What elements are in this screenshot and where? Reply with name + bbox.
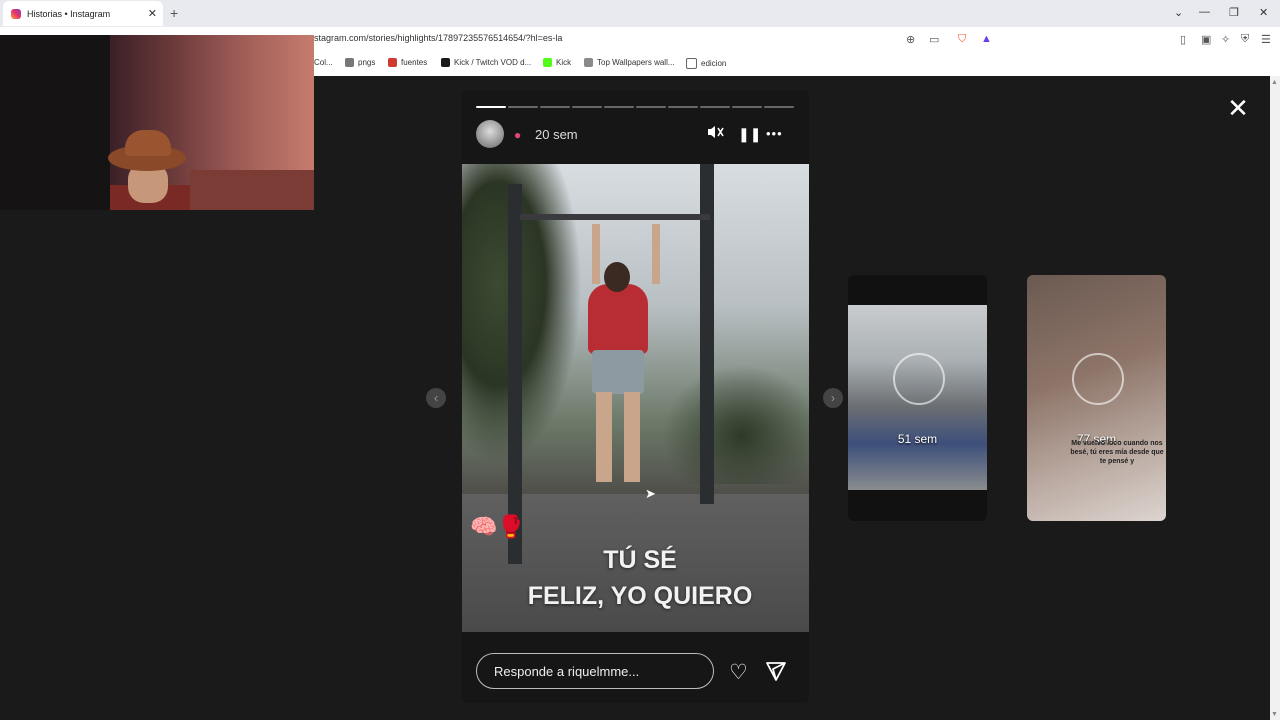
tab-search-icon[interactable]: ⌄ — [1174, 6, 1183, 19]
scroll-down-icon[interactable]: ▼ — [1271, 711, 1278, 718]
story-preview[interactable]: 77 sem Me vuelvo loco cuando nos besé, t… — [1027, 275, 1166, 521]
new-tab-button[interactable]: + — [170, 5, 178, 21]
heart-icon[interactable]: ♡ — [729, 660, 748, 685]
leo-icon[interactable]: ✧ — [1221, 33, 1230, 46]
bookmark-pngs[interactable]: pngs — [345, 58, 375, 67]
menu-icon[interactable]: ☰ — [1261, 33, 1271, 46]
brave-shield-icon[interactable]: ⛉ — [958, 33, 966, 46]
pin-icon — [345, 58, 354, 67]
zoom-icon[interactable]: ⊕ — [906, 33, 915, 46]
progress-segment — [540, 106, 570, 108]
story-preview[interactable]: 51 sem — [848, 275, 987, 521]
webcam-overlay — [0, 35, 314, 210]
instagram-icon — [11, 8, 21, 19]
preview-avatar-ring — [1072, 353, 1124, 405]
close-window-button[interactable]: ✕ — [1259, 6, 1268, 19]
bookmark-label: Top Wallpapers wall... — [597, 58, 675, 67]
maximize-button[interactable]: ❐ — [1229, 6, 1239, 19]
rewards-icon[interactable]: ▲ — [981, 33, 992, 45]
bookmark-wallpapers[interactable]: Top Wallpapers wall... — [584, 58, 675, 67]
kick-icon — [543, 58, 552, 67]
vpn-icon[interactable]: ⛨ — [1241, 33, 1249, 46]
url-field[interactable]: stagram.com/stories/highlights/178972355… — [314, 33, 562, 43]
preview-time: 51 sem — [897, 432, 938, 446]
progress-segment — [732, 106, 762, 108]
story-caption: TÚ SÉ FELIZ, YO QUIERO — [462, 542, 818, 614]
progress-segment — [476, 106, 506, 108]
preview-text: Me vuelvo loco cuando nos besé, tú eres … — [1070, 440, 1164, 465]
cast-icon[interactable]: ▭ — [929, 33, 939, 46]
tab-bar — [0, 0, 1280, 27]
bookmark-edicion[interactable]: edicion — [686, 58, 726, 69]
fuentes-icon — [388, 58, 397, 67]
send-icon[interactable] — [765, 660, 787, 688]
bookmark-label: edicion — [701, 59, 727, 68]
wallet-icon[interactable]: ▣ — [1201, 33, 1211, 46]
bookmark-label: Col... — [314, 58, 333, 67]
bookmark-label: pngs — [358, 58, 376, 67]
progress-segment — [764, 106, 794, 108]
scroll-up-icon[interactable]: ▲ — [1271, 79, 1278, 86]
progress-segment — [508, 106, 538, 108]
progress-segment — [700, 106, 730, 108]
mute-icon[interactable] — [706, 124, 724, 145]
bookmark-label: fuentes — [401, 58, 428, 67]
next-story-button[interactable]: › — [823, 388, 843, 408]
progress-segment — [604, 106, 634, 108]
wallpapers-icon — [584, 58, 593, 67]
story-emojis: 🧠🥊 — [470, 514, 525, 539]
previous-story-button[interactable]: ‹ — [426, 388, 446, 408]
sidebar-icon[interactable]: ▯ — [1180, 33, 1186, 46]
story-time: 20 sem — [535, 127, 578, 142]
progress-segment — [668, 106, 698, 108]
preview-avatar-ring — [893, 353, 945, 405]
progress-segment — [572, 106, 602, 108]
bookmark-kick-twitch[interactable]: Kick / Twitch VOD d... — [441, 58, 531, 67]
more-options-icon[interactable]: ••• — [766, 126, 783, 141]
close-icon[interactable]: ✕ — [1226, 95, 1250, 121]
tab-close-icon[interactable]: ✕ — [148, 7, 157, 20]
minimize-button[interactable]: — — [1199, 6, 1210, 18]
story-progress — [476, 106, 794, 108]
vod-icon — [441, 58, 450, 67]
reply-input[interactable]: Responde a riquelmme... — [476, 653, 714, 689]
bookmark-fuentes[interactable]: fuentes — [388, 58, 427, 67]
scrollbar[interactable]: ▲ ▼ — [1270, 76, 1280, 720]
caption-line: TÚ SÉ — [603, 546, 677, 574]
bookmark-col[interactable]: Col... — [314, 58, 333, 67]
bookmark-label: Kick — [556, 58, 572, 67]
progress-segment — [636, 106, 666, 108]
avatar[interactable] — [476, 120, 504, 148]
bookmark-kick[interactable]: Kick — [543, 58, 571, 67]
caption-line: FELIZ, YO QUIERO — [527, 582, 753, 610]
bookmark-label: Kick / Twitch VOD d... — [454, 58, 532, 67]
boxing-glove-icon: ● — [514, 128, 522, 142]
pause-icon[interactable]: ❚❚ — [738, 126, 761, 143]
tab-instagram[interactable]: Historias • Instagram ✕ — [3, 1, 163, 26]
mouse-cursor-icon: ➤ — [645, 486, 656, 501]
folder-icon — [686, 58, 697, 69]
tab-title: Historias • Instagram — [27, 8, 111, 19]
